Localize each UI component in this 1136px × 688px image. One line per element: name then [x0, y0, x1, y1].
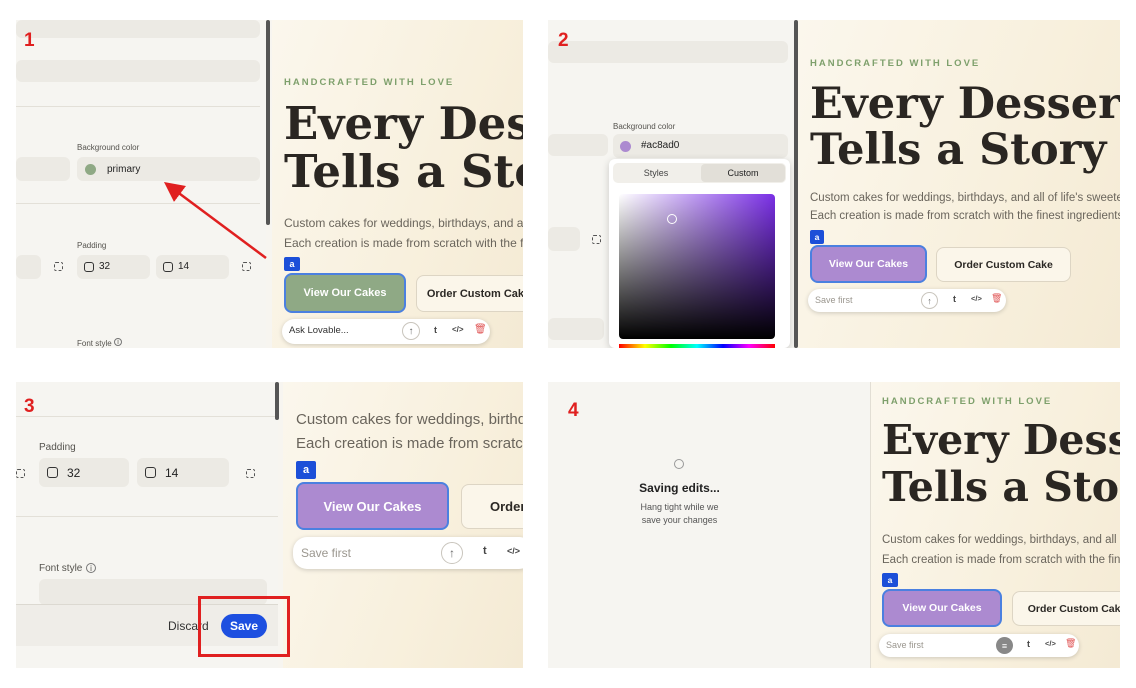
headline-line-2: Tells a Story — [810, 125, 1107, 175]
element-tag: a — [296, 461, 316, 479]
info-icon: i — [86, 563, 96, 573]
step-number: 3 — [24, 396, 35, 417]
tab-custom[interactable]: Custom — [701, 164, 785, 182]
headline-line-2: Tells a Story — [882, 463, 1120, 511]
step-number: 1 — [24, 30, 35, 51]
code-icon[interactable]: </> — [971, 294, 982, 303]
text-field[interactable] — [548, 41, 788, 63]
padding-horizontal-input[interactable]: 14 — [137, 458, 229, 487]
prompt-input[interactable]: Save first — [301, 546, 351, 560]
order-custom-cake-button[interactable]: Order Custom Cake — [1012, 591, 1120, 626]
element-tag: a — [882, 573, 898, 587]
saving-subtitle-2: save your changes — [641, 515, 718, 525]
site-preview: HANDCRAFTED WITH LOVE Every Dessert Tell… — [871, 382, 1120, 668]
field[interactable] — [548, 227, 580, 251]
edit-panel: Background color #ac8ad0 Styles Custom — [548, 20, 794, 348]
loading-spinner-icon — [674, 459, 684, 469]
step-1-panel: Background color primary Padding 32 14 F… — [16, 20, 523, 348]
element-tag: a — [810, 230, 824, 244]
saving-title: Saving edits... — [639, 481, 720, 495]
view-cakes-button[interactable]: View Our Cakes — [882, 589, 1002, 627]
headline-line-1: Every Dessert — [882, 416, 1120, 464]
body-line-1: Custom cakes for weddings, birthdays, an… — [296, 411, 523, 428]
send-arrow-icon[interactable]: ↑ — [921, 292, 938, 309]
link-padding-icon[interactable] — [16, 469, 25, 478]
font-style-label: Font style — [39, 563, 83, 574]
eyebrow-text: HANDCRAFTED WITH LOVE — [882, 396, 1053, 407]
prompt-bar: Save first ↑ t </> — [293, 537, 523, 569]
prompt-input[interactable]: Save first — [815, 295, 853, 305]
send-arrow-icon[interactable]: ↑ — [441, 542, 463, 564]
body-line-1: Custom cakes for weddings, birthdays, an… — [810, 192, 1120, 204]
text-tool-icon[interactable]: t — [953, 294, 956, 304]
horizontal-padding-icon — [145, 467, 156, 478]
highlight-box — [198, 596, 290, 657]
queue-icon[interactable]: ≡ — [996, 637, 1013, 654]
body-line-2: Each creation is made from scratch with … — [882, 554, 1120, 566]
padding-vertical-value: 32 — [67, 466, 81, 480]
text-tool-icon[interactable]: t — [1027, 639, 1030, 649]
padding-vertical-input[interactable]: 32 — [39, 458, 129, 487]
divider — [16, 516, 278, 517]
body-line-2: Each creation is made from scratch with … — [296, 435, 523, 452]
divider — [16, 416, 278, 417]
body-line-2: Each creation is made from scratch with … — [810, 210, 1120, 222]
code-icon[interactable]: </> — [1045, 639, 1056, 648]
site-preview: HANDCRAFTED WITH LOVE Every Dessert Tell… — [798, 20, 1120, 348]
step-number: 4 — [568, 400, 579, 421]
edit-panel: Saving edits... Hang tight while we save… — [548, 382, 871, 668]
hue-slider[interactable] — [619, 344, 775, 348]
step-2-panel: Background color #ac8ad0 Styles Custom H… — [548, 20, 1120, 348]
headline-line-1: Every Dessert — [810, 79, 1120, 129]
order-custom-cake-button[interactable]: Order — [461, 484, 523, 529]
picker-tabs: Styles Custom — [613, 163, 786, 183]
color-swatch — [620, 141, 631, 152]
saturation-area[interactable] — [619, 194, 775, 339]
body-line-1: Custom cakes for weddings, birthdays, an… — [882, 534, 1120, 546]
eyebrow-text: HANDCRAFTED WITH LOVE — [810, 58, 981, 69]
annotation-arrow — [163, 182, 267, 260]
tab-styles[interactable]: Styles — [613, 163, 699, 183]
background-color-label: Background color — [613, 122, 676, 131]
site-preview: Custom cakes for weddings, birthdays, an… — [283, 382, 523, 668]
scrollbar[interactable] — [275, 382, 279, 420]
background-color-select[interactable]: #ac8ad0 — [613, 134, 788, 158]
order-custom-cake-button[interactable]: Order Custom Cake — [936, 247, 1071, 282]
select-field[interactable] — [548, 318, 604, 340]
trash-icon[interactable]: 🗑 — [1065, 638, 1076, 649]
color-picker-popover: Styles Custom — [609, 159, 790, 348]
text-tool-icon[interactable]: t — [483, 545, 487, 557]
field[interactable] — [548, 134, 608, 156]
prompt-input[interactable]: Save first — [886, 640, 924, 650]
code-icon[interactable]: </> — [507, 546, 520, 556]
padding-horizontal-value: 14 — [165, 466, 179, 480]
prompt-bar: Save first ≡ t </> 🗑 — [879, 634, 1079, 657]
trash-icon[interactable]: 🗑 — [991, 293, 1002, 304]
view-cakes-button[interactable]: View Our Cakes — [810, 245, 927, 283]
prompt-bar: Save first ↑ t </> 🗑 — [808, 289, 1006, 312]
color-cursor[interactable] — [667, 214, 677, 224]
link-padding-icon[interactable] — [246, 469, 255, 478]
padding-label: Padding — [39, 442, 76, 453]
saving-subtitle-1: Hang tight while we — [640, 502, 719, 512]
background-color-value: #ac8ad0 — [641, 140, 680, 151]
step-number: 2 — [558, 30, 569, 51]
vertical-padding-icon — [47, 467, 58, 478]
step-4-panel: Saving edits... Hang tight while we save… — [548, 382, 1120, 668]
view-cakes-button[interactable]: View Our Cakes — [296, 482, 449, 530]
link-padding-icon[interactable] — [592, 235, 601, 244]
step-3-panel: Padding 32 14 Font style i Discard Save … — [16, 382, 523, 668]
